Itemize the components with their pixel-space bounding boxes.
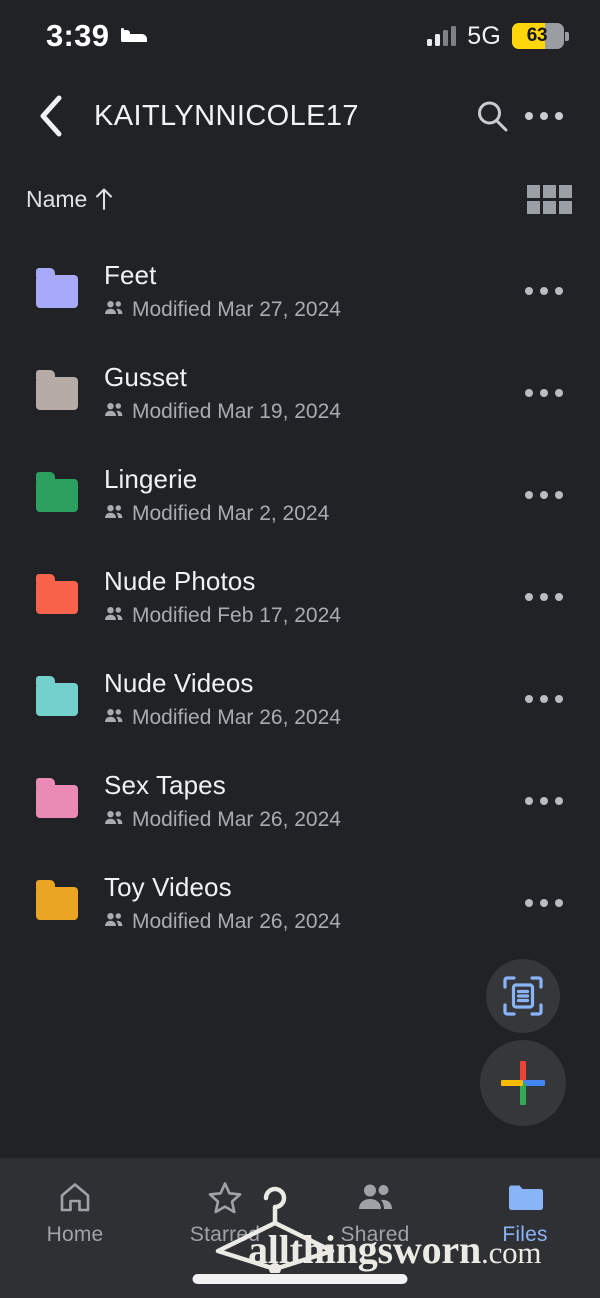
file-modified-date: Modified Mar 26, 2024 (132, 808, 341, 831)
folder-color-icon (36, 267, 78, 308)
nav-item-starred[interactable]: Starred (150, 1180, 300, 1247)
more-horizontal-icon (525, 287, 563, 295)
file-overflow-button[interactable] (518, 877, 570, 929)
shared-people-icon (104, 708, 124, 728)
file-row[interactable]: Sex Tapes Modified Mar 26, 2024 (0, 750, 600, 852)
file-overflow-button[interactable] (518, 367, 570, 419)
file-name: Nude Photos (104, 566, 256, 596)
file-overflow-button[interactable] (518, 673, 570, 725)
drive-folder-screen: 3:39 5G 63 KAITLYNNICOLE17 Name Feet Mod… (0, 0, 600, 1298)
home-icon (58, 1180, 92, 1214)
sort-button[interactable]: Name (26, 186, 114, 213)
more-horizontal-icon (525, 491, 563, 499)
star-icon (208, 1180, 242, 1214)
file-overflow-button[interactable] (518, 571, 570, 623)
file-name: Sex Tapes (104, 770, 226, 800)
file-overflow-button[interactable] (518, 265, 570, 317)
file-row[interactable]: Feet Modified Mar 27, 2024 (0, 240, 600, 342)
nav-item-home[interactable]: Home (0, 1180, 150, 1247)
more-horizontal-icon (525, 797, 563, 805)
bottom-navigation: Home Starred Shared Files (0, 1158, 600, 1298)
battery-indicator: 63 (512, 23, 569, 49)
shared-people-icon (104, 300, 124, 320)
file-row[interactable]: Lingerie Modified Mar 2, 2024 (0, 444, 600, 546)
file-name: Lingerie (104, 464, 198, 494)
arrow-up-icon (96, 188, 113, 210)
search-icon (478, 101, 508, 132)
file-name: Gusset (104, 362, 187, 392)
file-row[interactable]: Nude Photos Modified Feb 17, 2024 (0, 546, 600, 648)
file-modified-date: Modified Mar 2, 2024 (132, 502, 330, 525)
nav-item-shared[interactable]: Shared (300, 1180, 450, 1247)
nav-label-home: Home (46, 1223, 104, 1246)
file-overflow-button[interactable] (518, 775, 570, 827)
file-list: Feet Modified Mar 27, 2024 Gusset Modified … (0, 240, 600, 954)
file-row[interactable]: Nude Videos Modified Mar 26, 2024 (0, 648, 600, 750)
folder-color-icon (36, 675, 78, 716)
sort-label: Name (26, 185, 88, 212)
folder-color-icon (36, 777, 78, 818)
more-horizontal-icon (525, 593, 563, 601)
back-button[interactable] (28, 93, 74, 139)
status-clock: 3:39 (46, 18, 110, 53)
folder-color-icon (36, 879, 78, 920)
people-icon (356, 1180, 394, 1214)
more-horizontal-icon (525, 112, 563, 120)
document-scan-icon (503, 976, 543, 1016)
battery-percent-label: 63 (526, 25, 548, 46)
search-button[interactable] (466, 90, 518, 142)
page-title: KAITLYNNICOLE17 (94, 99, 359, 132)
folder-color-icon (36, 369, 78, 410)
overflow-menu-button[interactable] (518, 90, 570, 142)
shared-people-icon (104, 504, 124, 524)
file-modified-date: Modified Mar 27, 2024 (132, 298, 341, 321)
more-horizontal-icon (525, 899, 563, 907)
network-type-label: 5G (467, 21, 501, 50)
home-indicator[interactable] (192, 1274, 408, 1284)
file-name: Nude Videos (104, 668, 254, 698)
file-name: Toy Videos (104, 872, 232, 902)
shared-people-icon (104, 810, 124, 830)
file-modified-date: Modified Mar 26, 2024 (132, 910, 341, 933)
folder-icon (506, 1180, 544, 1214)
cellular-signal-icon (427, 26, 457, 46)
more-horizontal-icon (525, 695, 563, 703)
file-overflow-button[interactable] (518, 469, 570, 521)
nav-label-starred: Starred (189, 1223, 261, 1246)
scan-document-button[interactable] (486, 959, 560, 1033)
app-bar: KAITLYNNICOLE17 (0, 82, 600, 150)
nav-label-files: Files (502, 1223, 548, 1246)
folder-color-icon (36, 471, 78, 512)
more-horizontal-icon (525, 389, 563, 397)
file-modified-date: Modified Mar 19, 2024 (132, 400, 341, 423)
status-bar-left: 3:39 (46, 18, 151, 54)
shared-people-icon (104, 402, 124, 422)
create-new-button[interactable] (480, 1040, 566, 1126)
file-row[interactable]: Toy Videos Modified Mar 26, 2024 (0, 852, 600, 954)
status-bar: 3:39 5G 63 (0, 0, 600, 72)
grid-view-toggle[interactable] (527, 184, 572, 214)
sort-and-view-bar: Name (0, 176, 600, 222)
nav-item-files[interactable]: Files (450, 1180, 600, 1247)
nav-label-shared: Shared (340, 1223, 410, 1246)
bed-icon (121, 24, 151, 49)
status-bar-right: 5G 63 (427, 21, 569, 51)
file-row[interactable]: Gusset Modified Mar 19, 2024 (0, 342, 600, 444)
plus-icon (501, 1061, 545, 1105)
file-modified-date: Modified Feb 17, 2024 (132, 604, 341, 627)
shared-people-icon (104, 606, 124, 626)
file-modified-date: Modified Mar 26, 2024 (132, 706, 341, 729)
file-name: Feet (104, 260, 157, 290)
folder-color-icon (36, 573, 78, 614)
shared-people-icon (104, 912, 124, 932)
